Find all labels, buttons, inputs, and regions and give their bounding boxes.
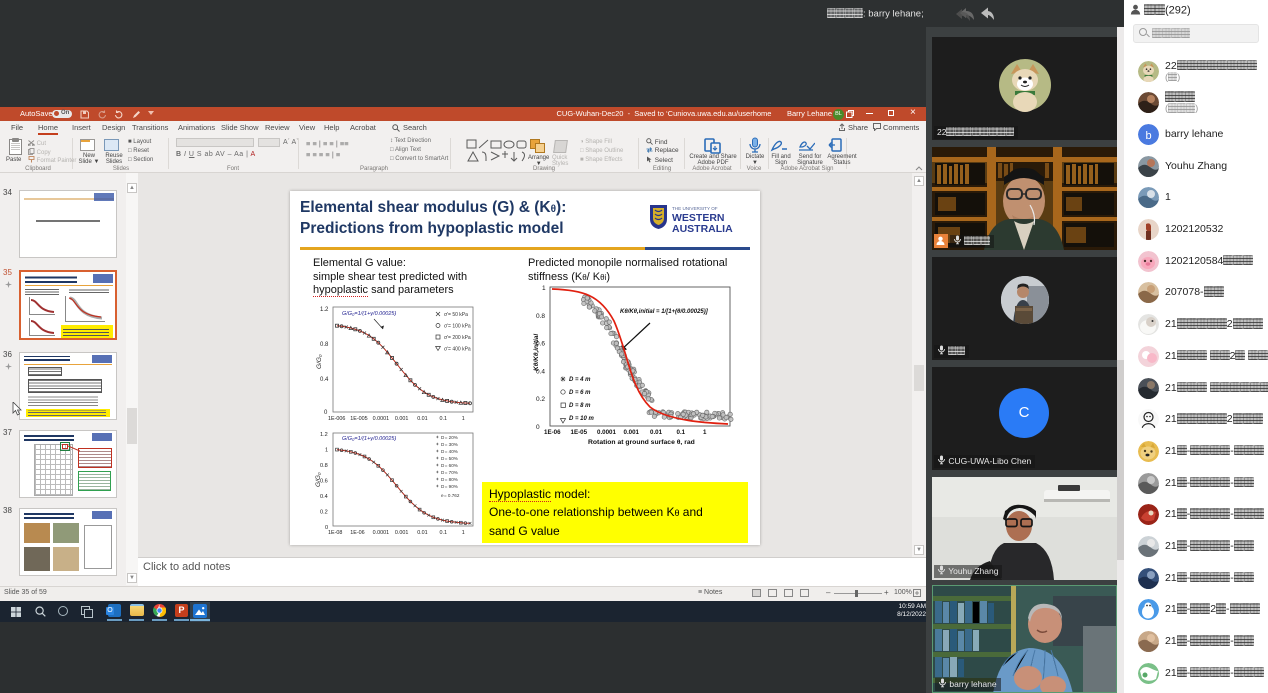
svg-text:Kθ/Kθ,initial = 1/[1+(θ/0.0002: Kθ/Kθ,initial = 1/[1+(θ/0.00025)] — [620, 309, 709, 315]
svg-text:b: b — [1145, 130, 1151, 142]
svg-text:1: 1 — [542, 285, 546, 292]
svg-text:0.8: 0.8 — [320, 342, 329, 348]
svg-text:THE UNIVERSITY OF: THE UNIVERSITY OF — [672, 206, 718, 211]
svg-text:σ'= 50 kPa: σ'= 50 kPa — [444, 312, 468, 318]
svg-text:0.0001: 0.0001 — [373, 416, 390, 422]
svg-text:D = 80%: D = 80% — [441, 477, 458, 482]
svg-text:1E-05: 1E-05 — [571, 429, 588, 436]
svg-text:0.01: 0.01 — [650, 429, 663, 436]
svg-text:D = 10 m: D = 10 m — [569, 416, 595, 422]
svg-text:G/G₀=1/(1+γ/0.00025): G/G₀=1/(1+γ/0.00025) — [342, 436, 396, 442]
svg-text:0.01: 0.01 — [417, 530, 428, 536]
svg-text:0.1: 0.1 — [440, 530, 448, 536]
svg-text:0.4: 0.4 — [320, 494, 328, 500]
svg-text:1: 1 — [462, 530, 465, 536]
svg-text:1: 1 — [325, 448, 328, 454]
svg-text:1E-06: 1E-06 — [350, 530, 364, 536]
svg-text:σ'= 400 kPa: σ'= 400 kPa — [444, 347, 471, 353]
svg-text:1E-08: 1E-08 — [328, 530, 342, 536]
svg-text:D = 8 m: D = 8 m — [569, 403, 591, 409]
svg-text:1.2: 1.2 — [320, 432, 328, 438]
svg-text:1: 1 — [462, 416, 465, 422]
svg-text:D = 40%: D = 40% — [441, 449, 458, 454]
svg-text:AUSTRALIA: AUSTRALIA — [672, 223, 733, 235]
svg-text:D = 4 m: D = 4 m — [569, 377, 591, 383]
svg-text:0.8: 0.8 — [320, 463, 328, 469]
svg-text:1.2: 1.2 — [320, 307, 329, 313]
svg-text:D = 20%: D = 20% — [441, 435, 458, 440]
svg-text:D = 90%: D = 90% — [441, 484, 458, 489]
svg-text:0: 0 — [536, 424, 540, 431]
svg-text:D = 6 m: D = 6 m — [569, 390, 591, 396]
svg-text:0.001: 0.001 — [395, 530, 409, 536]
svg-text:0.0001: 0.0001 — [373, 530, 390, 536]
svg-text:0.001: 0.001 — [395, 416, 409, 422]
svg-text:1E-005: 1E-005 — [350, 416, 367, 422]
svg-text:D = 60%: D = 60% — [441, 463, 458, 468]
svg-text:0.8: 0.8 — [536, 313, 545, 320]
svg-text:0.01: 0.01 — [417, 416, 428, 422]
svg-text:D = 30%: D = 30% — [441, 442, 458, 447]
svg-text:1E-06: 1E-06 — [544, 429, 561, 436]
svg-text:0.4: 0.4 — [320, 377, 329, 383]
svg-text:0.2: 0.2 — [320, 510, 328, 516]
svg-text:σ'= 200 kPa: σ'= 200 kPa — [444, 335, 471, 341]
svg-text:Kθ/Kθ,initial: Kθ/Kθ,initial — [533, 334, 540, 371]
svg-text:0.1: 0.1 — [440, 416, 448, 422]
svg-text:Rotation at ground surface θ,: Rotation at ground surface θ, rad — [588, 439, 695, 446]
svg-text:G/G₀: G/G₀ — [315, 472, 322, 487]
svg-text:0.001: 0.001 — [624, 429, 640, 436]
svg-text:0.0001: 0.0001 — [597, 429, 616, 436]
svg-text:D = 50%: D = 50% — [441, 456, 458, 461]
svg-text:1: 1 — [703, 429, 707, 436]
svg-text:G/G₀: G/G₀ — [316, 354, 323, 369]
svg-text:D = 70%: D = 70% — [441, 470, 458, 475]
svg-text:G/G₀=1/(1+γ/0.00025): G/G₀=1/(1+γ/0.00025) — [342, 311, 396, 317]
svg-text:σ'= 100 kPa: σ'= 100 kPa — [444, 324, 471, 330]
svg-text:0.2: 0.2 — [536, 396, 545, 403]
svg-text:0.1: 0.1 — [677, 429, 686, 436]
svg-text:e = 0.762: e = 0.762 — [441, 493, 460, 498]
svg-text:1E-006: 1E-006 — [328, 416, 345, 422]
